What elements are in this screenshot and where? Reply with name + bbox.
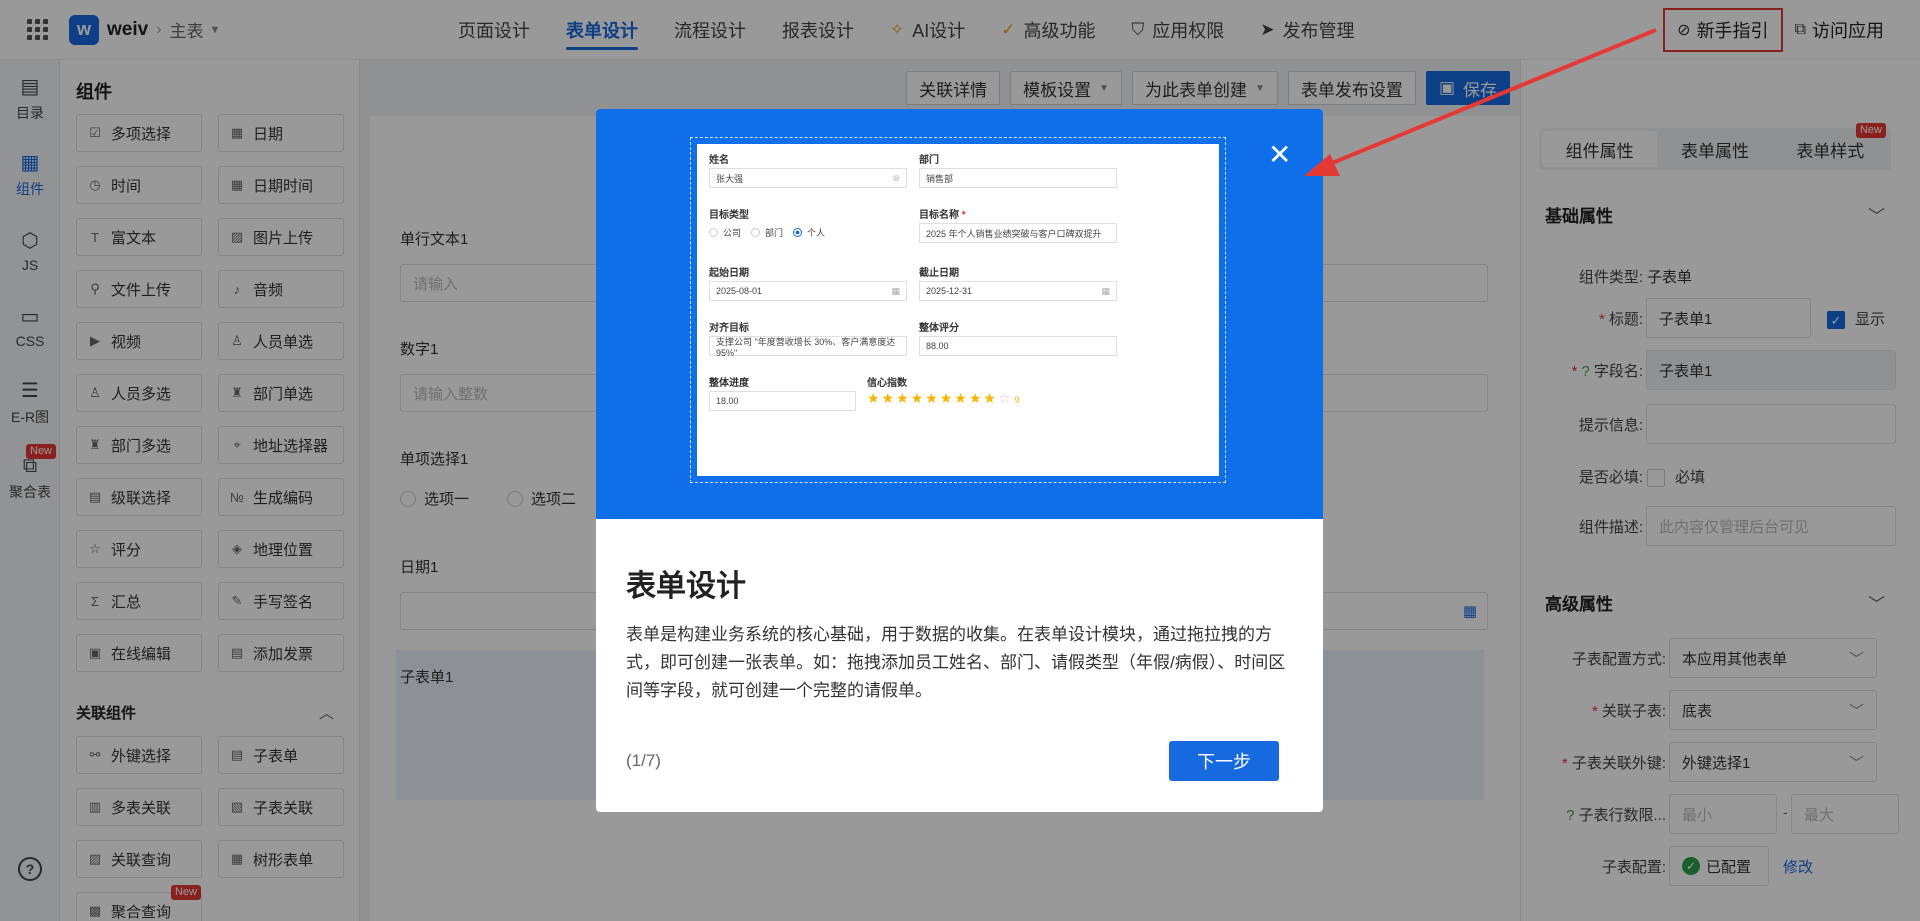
arrow-line: [1319, 28, 1657, 170]
arrow-head: [1304, 154, 1340, 176]
pointer-arrow: [1304, 28, 1657, 176]
